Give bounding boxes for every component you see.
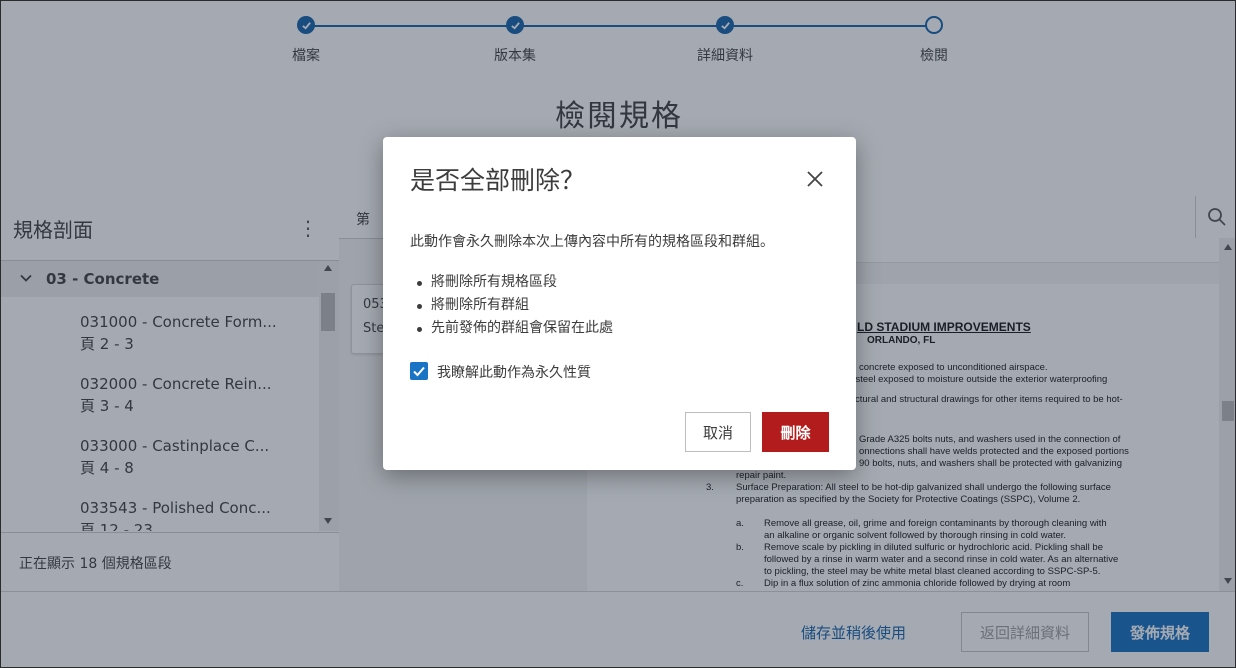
dialog-bullet-list: 將刪除所有規格區段 將刪除所有群組 先前發佈的群組會保留在此處: [415, 271, 613, 340]
delete-all-dialog: 是否全部刪除？ 此動作會永久刪除本次上傳內容中所有的規格區段和群組。 將刪除所有…: [383, 137, 856, 470]
bullet-icon: [417, 281, 422, 286]
delete-button[interactable]: 刪除: [762, 412, 829, 452]
dialog-title: 是否全部刪除？: [410, 166, 586, 195]
acknowledge-checkbox[interactable]: [410, 362, 428, 380]
bullet-icon: [417, 327, 422, 332]
dialog-description: 此動作會永久刪除本次上傳內容中所有的規格區段和群組。: [410, 234, 774, 250]
bullet-text: 先前發佈的群組會保留在此處: [431, 320, 613, 336]
close-icon[interactable]: [804, 168, 826, 190]
app-window: 檔案 版本集 詳細資料 檢閱 檢閱規格 規格剖面 ⋮ 03 - Concrete…: [0, 0, 1236, 668]
list-item: 將刪除所有群組: [415, 294, 613, 317]
bullet-text: 將刪除所有群組: [431, 297, 529, 313]
list-item: 將刪除所有規格區段: [415, 271, 613, 294]
bullet-text: 將刪除所有規格區段: [431, 274, 557, 290]
bullet-icon: [417, 304, 422, 309]
checkmark-icon: [413, 366, 425, 377]
list-item: 先前發佈的群組會保留在此處: [415, 317, 613, 340]
acknowledge-checkbox-label[interactable]: 我瞭解此動作為永久性質: [437, 362, 591, 382]
cancel-button[interactable]: 取消: [685, 412, 751, 452]
